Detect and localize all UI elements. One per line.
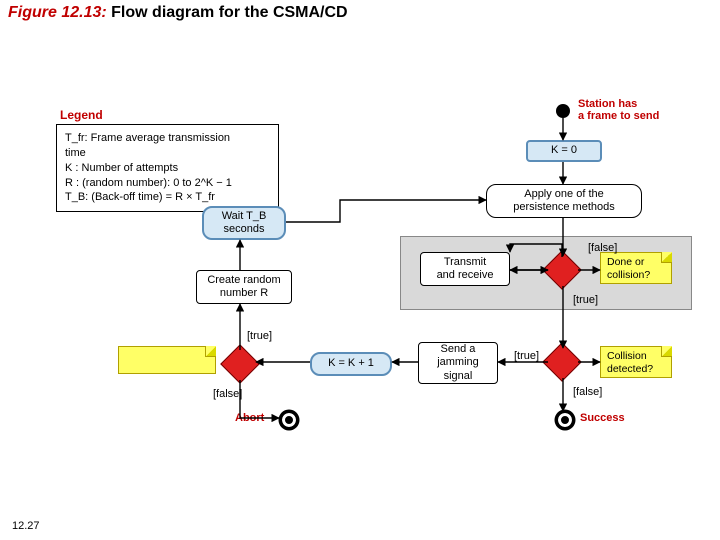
edge-label-true: [true] <box>247 330 272 342</box>
box-jamming: Send a jamming signal <box>418 342 498 384</box>
page-number: 12.27 <box>12 520 40 532</box>
legend-box: T_fr: Frame average transmission time K … <box>56 124 279 212</box>
edge-label-true: [true] <box>514 350 539 362</box>
legend-line: time <box>65 146 270 161</box>
edge-label-false: [false] <box>213 388 242 400</box>
note-collision-detected: Collision detected? <box>600 346 672 378</box>
figure-caption: Flow diagram for the CSMA/CD <box>111 4 347 21</box>
abort-label: Abort <box>235 412 264 424</box>
box-persistence: Apply one of the persistence methods <box>486 184 642 218</box>
legend-line: T_B: (Back-off time) = R × T_fr <box>65 190 270 205</box>
start-label: Station has a frame to send <box>578 98 659 122</box>
box-wait: Wait T_B seconds <box>202 206 286 240</box>
note-limit <box>118 346 216 374</box>
legend-line: T_fr: Frame average transmission <box>65 131 270 146</box>
legend-line: K : Number of attempts <box>65 161 270 176</box>
success-node-icon <box>556 411 574 429</box>
start-node-icon <box>556 104 570 118</box>
box-create-random: Create random number R <box>196 270 292 304</box>
figure-number: Figure 12.13: <box>8 4 107 21</box>
legend-line: R : (random number): 0 to 2^K − 1 <box>65 176 270 191</box>
decision-limit-icon <box>220 344 260 384</box>
edge-label-false: [false] <box>573 386 602 398</box>
figure-title: Figure 12.13: Flow diagram for the CSMA/… <box>8 4 348 22</box>
edge-label-true: [true] <box>573 294 598 306</box>
success-label: Success <box>580 412 625 424</box>
legend-heading: Legend <box>60 108 103 122</box>
note-done-collision: Done or collision? <box>600 252 672 284</box>
box-transmit: Transmit and receive <box>420 252 510 286</box>
decision-collision-icon <box>542 342 582 382</box>
box-k-increment: K = K + 1 <box>310 352 392 376</box>
box-k0: K = 0 <box>526 140 602 162</box>
edge-label-false: [false] <box>588 242 617 254</box>
abort-node-icon <box>280 411 298 429</box>
